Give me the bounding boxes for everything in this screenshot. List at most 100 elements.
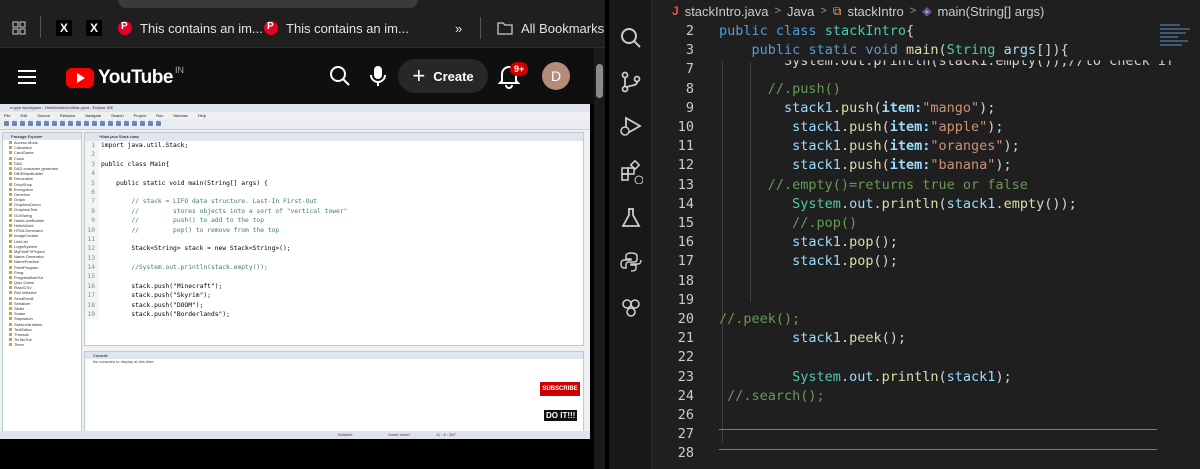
bookmark-x-2[interactable]: X bbox=[86, 18, 102, 38]
eclipse-line-text: //System.out.println(stack.empty()); bbox=[101, 264, 268, 272]
youtube-logo[interactable]: YouTube IN bbox=[66, 65, 184, 89]
python-icon[interactable] bbox=[619, 250, 643, 274]
line-number: 28 bbox=[677, 445, 694, 462]
source-control-icon[interactable] bbox=[619, 70, 643, 94]
eclipse-line-text: stack.push("Borderlands"); bbox=[101, 311, 230, 319]
apps-grid-icon[interactable] bbox=[12, 18, 26, 38]
code-line[interactable]: //.push() bbox=[719, 80, 841, 99]
subscribe-overlay: SUBSCRIBE bbox=[540, 382, 580, 396]
testing-flask-icon[interactable] bbox=[619, 206, 643, 230]
code-line[interactable]: System.out.println(stack1); bbox=[719, 368, 1012, 387]
code-line[interactable]: //.empty()=returns true or false bbox=[719, 176, 1028, 195]
line-number: 9 bbox=[685, 99, 694, 116]
avatar[interactable]: D bbox=[542, 62, 570, 90]
eclipse-line-text: stack.push("Skyrim"); bbox=[101, 292, 211, 300]
code-line[interactable]: //.pop() bbox=[719, 214, 857, 233]
eclipse-code-line: 18 stack.push("DOOM"); bbox=[85, 300, 583, 311]
line-number: 18 bbox=[677, 272, 694, 289]
search-icon[interactable] bbox=[619, 26, 643, 50]
menu-navigate: Navigate bbox=[85, 113, 101, 118]
search-icon[interactable] bbox=[329, 65, 351, 87]
package-explorer: Package Explorer Access Mods Calculator Ca… bbox=[2, 132, 82, 439]
code-line[interactable]: //.search(); bbox=[719, 387, 825, 406]
eclipse-ide-window: e-type workspace - HelloWorld/src/Main.j… bbox=[0, 104, 590, 439]
address-bar-edge bbox=[118, 0, 418, 8]
notification-badge: 9+ bbox=[510, 62, 529, 76]
bookmark-pinterest-2[interactable]: This contains an im... bbox=[264, 18, 409, 38]
eclipse-line-number: 1 bbox=[85, 141, 99, 151]
eclipse-line-number: 5 bbox=[85, 178, 99, 188]
menu-source: Source bbox=[37, 113, 51, 118]
menu-refactor: Refactor bbox=[60, 113, 76, 118]
extensions-icon[interactable] bbox=[619, 160, 643, 184]
line-number: 7 bbox=[685, 61, 694, 78]
eclipse-line-text bbox=[99, 169, 101, 178]
page-scrollbar[interactable] bbox=[594, 48, 605, 469]
eclipse-code-line: 3 public class Main{ bbox=[85, 159, 583, 170]
editor-tabs: *Main.java Stack.class bbox=[85, 133, 583, 141]
eclipse-status-bar: Writable Smart Insert 11 : 6 : 287 bbox=[0, 431, 590, 439]
code-line[interactable]: stack1.pop(); bbox=[719, 252, 898, 271]
eclipse-code-line: 19 stack.push("Borderlands"); bbox=[85, 310, 583, 320]
code-editor[interactable]: 2 public class stackIntro{3 public static… bbox=[652, 22, 1200, 469]
menu-file: File bbox=[4, 113, 11, 118]
eclipse-code-line: 12 Stack<String> stack = new Stack<Strin… bbox=[85, 244, 583, 254]
eclipse-code-line: 11 bbox=[85, 234, 583, 245]
code-line[interactable]: //.peek(); bbox=[719, 310, 800, 329]
code-line[interactable]: stack1.push(item:"banana"); bbox=[719, 156, 1012, 175]
video-player[interactable]: e-type workspace - HelloWorld/src/Main.j… bbox=[0, 104, 594, 469]
status-position: 11 : 6 : 287 bbox=[436, 432, 456, 437]
chevron-right-icon: > bbox=[909, 5, 917, 17]
minimap[interactable] bbox=[1160, 22, 1200, 82]
bookmark-x-1[interactable]: X bbox=[56, 18, 72, 38]
eclipse-code-line: 16 stack.push("Minecraft"); bbox=[85, 281, 583, 292]
menu-icon[interactable] bbox=[18, 70, 36, 84]
all-bookmarks-button[interactable]: All Bookmarks bbox=[497, 18, 604, 38]
breadcrumb-method[interactable]: main(String[] args) bbox=[937, 4, 1044, 19]
breadcrumb-file[interactable]: stackIntro.java bbox=[685, 4, 769, 19]
create-button[interactable]: + Create bbox=[398, 59, 488, 93]
java-file-icon: J bbox=[672, 4, 679, 18]
eclipse-code-line: 8 // stores objects into a sort of "vert… bbox=[85, 206, 583, 217]
project-item[interactable]: Timer bbox=[3, 342, 81, 347]
eclipse-line-number: 8 bbox=[85, 206, 99, 217]
method-icon: ◈ bbox=[922, 4, 932, 18]
eclipse-line-text bbox=[99, 254, 101, 263]
breadcrumb-folder[interactable]: Java bbox=[787, 4, 814, 19]
console-text: No consoles to display at this time. bbox=[93, 359, 155, 364]
code-line[interactable]: System.out.println(stack1.empty()); bbox=[719, 195, 1077, 214]
code-line[interactable]: public class stackIntro{ bbox=[719, 22, 914, 41]
microphone-icon[interactable] bbox=[369, 64, 387, 88]
eclipse-line-text bbox=[99, 150, 101, 159]
line-number: 27 bbox=[677, 426, 694, 443]
line-number: 15 bbox=[677, 215, 694, 231]
eclipse-code-line: 2 bbox=[85, 150, 583, 160]
remote-explorer-icon[interactable] bbox=[619, 296, 643, 320]
bookmark-pinterest-1[interactable]: This contains an im... bbox=[118, 18, 263, 38]
eclipse-line-text: public static void main(String[] args) { bbox=[101, 179, 268, 187]
plus-icon: + bbox=[412, 63, 426, 88]
code-line[interactable]: stack1.push(item:"oranges"); bbox=[719, 137, 1020, 156]
code-line[interactable]: stack1.pop(); bbox=[719, 233, 898, 252]
region-code: IN bbox=[174, 65, 184, 75]
code-line[interactable]: stack1.peek(); bbox=[719, 329, 906, 348]
code-line[interactable]: stack1.push(item:"apple"); bbox=[719, 118, 1003, 137]
eclipse-line-number: 18 bbox=[85, 300, 99, 311]
code-line[interactable]: stack1.push(item:"mango"); bbox=[719, 99, 995, 118]
scrollbar-thumb[interactable] bbox=[596, 64, 603, 98]
bookmarks-overflow-button[interactable]: » bbox=[455, 18, 462, 38]
eclipse-code-line: 14 //System.out.println(stack.empty()); bbox=[85, 263, 583, 273]
eclipse-toolbar bbox=[0, 119, 590, 130]
breadcrumb-class[interactable]: stackIntro bbox=[847, 4, 903, 19]
eclipse-code: 1 import java.util.Stack; 2 3 public class M… bbox=[85, 141, 583, 320]
eclipse-code-line: 13 bbox=[85, 253, 583, 264]
line-number: 20 bbox=[677, 311, 694, 327]
run-debug-icon[interactable] bbox=[619, 114, 643, 138]
eclipse-code-line: 5 public static void main(String[] args)… bbox=[85, 178, 583, 188]
code-line[interactable]: public static void main(String args[]){ bbox=[719, 41, 1069, 60]
eclipse-line-number: 13 bbox=[85, 253, 99, 264]
eclipse-code-line: 9 // push() to add to the top bbox=[85, 216, 583, 226]
console-title: Console bbox=[85, 352, 583, 359]
menu-help: Help bbox=[197, 113, 206, 118]
youtube-header: YouTube IN + Create 9+ D bbox=[0, 49, 592, 105]
